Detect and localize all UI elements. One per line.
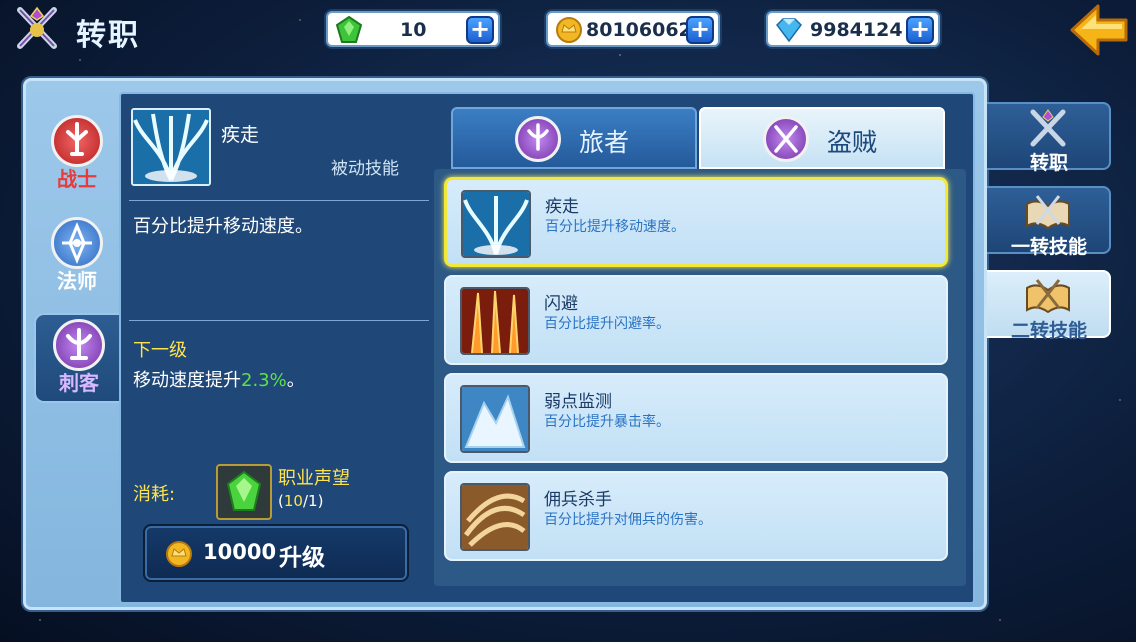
skill-row-desc: 百分比提升移动速度。 xyxy=(545,219,685,235)
thief-badge-icon xyxy=(763,116,809,162)
skill-row-name: 佣兵杀手 xyxy=(544,490,612,510)
open-book-icon xyxy=(1023,192,1073,232)
divider xyxy=(129,200,429,201)
open-book-gold-icon xyxy=(1023,276,1073,316)
back-button[interactable] xyxy=(1068,2,1130,58)
traveler-badge-icon xyxy=(515,116,561,162)
tab-second-skills[interactable]: 二转技能 xyxy=(987,270,1111,342)
add-diamond-button[interactable]: + xyxy=(906,16,934,44)
gold-coin-icon xyxy=(554,16,584,44)
skill-row-name: 闪避 xyxy=(544,294,578,314)
next-level-description: 移动速度提升2.3%。 xyxy=(133,370,305,391)
tab-assassin[interactable]: 刺客 xyxy=(34,313,120,403)
tab-warrior-label: 战士 xyxy=(57,167,97,191)
cost-label: 消耗: xyxy=(133,484,176,505)
wind-burst-skill-icon xyxy=(461,190,531,258)
mage-badge-icon xyxy=(51,217,103,269)
diamond-value: 9984124 xyxy=(810,19,903,41)
skill-type: 被动技能 xyxy=(331,159,399,179)
skill-list: 疾走 百分比提升移动速度。 闪避 百分比提升闪避率。 弱点监测 百分比提升暴击率… xyxy=(434,169,966,586)
add-gem-button[interactable]: + xyxy=(466,16,494,44)
upgrade-label: 升级 xyxy=(279,545,325,571)
gem-counter: 10 + xyxy=(326,11,500,47)
tab-first-skills-label: 一转技能 xyxy=(1010,236,1087,258)
crest-icon xyxy=(1023,108,1073,148)
prestige-gem-icon xyxy=(216,464,272,520)
skill-row-desc: 百分比提升暴击率。 xyxy=(544,414,670,430)
diamond-icon xyxy=(774,16,804,44)
wind-burst-skill-icon xyxy=(131,108,211,186)
sand-vortex-skill-icon xyxy=(460,483,530,551)
skill-row-desc: 百分比提升对佣兵的伤害。 xyxy=(544,512,712,528)
tab-assassin-label: 刺客 xyxy=(59,371,99,395)
page-title: 转职 xyxy=(76,18,140,53)
upgrade-button[interactable]: 10000 升级 xyxy=(143,524,409,582)
diamond-counter: 9984124 + xyxy=(766,11,940,47)
green-gem-icon xyxy=(334,15,364,44)
tab-first-skills[interactable]: 一转技能 xyxy=(987,186,1111,258)
tab-thief[interactable]: 盗贼 xyxy=(699,107,945,169)
skill-row-dodge[interactable]: 闪避 百分比提升闪避率。 xyxy=(444,275,948,365)
gold-counter: 80106062 + xyxy=(546,11,720,47)
warrior-badge-icon xyxy=(51,115,103,167)
content-area: 疾走 被动技能 百分比提升移动速度。 下一级 移动速度提升2.3%。 消耗: 职… xyxy=(119,92,975,604)
skill-row-mercenary-killer[interactable]: 佣兵杀手 百分比提升对佣兵的伤害。 xyxy=(444,471,948,561)
back-arrow-icon xyxy=(1070,4,1128,56)
add-gold-button[interactable]: + xyxy=(686,16,714,44)
skill-description: 百分比提升移动速度。 xyxy=(133,216,313,237)
upgrade-price: 10000 xyxy=(203,540,277,564)
cost-item-name: 职业声望 xyxy=(278,468,350,489)
gold-coin-icon xyxy=(165,541,193,567)
tab-traveler-label: 旅者 xyxy=(579,128,630,157)
tab-mage-label: 法师 xyxy=(57,269,97,293)
tab-traveler[interactable]: 旅者 xyxy=(451,107,697,169)
gold-value: 80106062 xyxy=(586,19,692,41)
skill-name: 疾走 xyxy=(221,124,260,146)
ice-peak-skill-icon xyxy=(460,385,530,453)
skill-row-sprint[interactable]: 疾走 百分比提升移动速度。 xyxy=(444,177,948,267)
cost-count: (10/1) xyxy=(278,492,324,510)
fire-blades-skill-icon xyxy=(460,287,530,355)
skill-row-name: 弱点监测 xyxy=(544,392,612,412)
crossed-swords-crest-icon xyxy=(12,6,62,50)
tab-warrior[interactable]: 战士 xyxy=(34,111,120,201)
tab-job-change-label: 转职 xyxy=(1029,152,1068,174)
tab-thief-label: 盗贼 xyxy=(827,128,878,157)
skill-row-weakpoint[interactable]: 弱点监测 百分比提升暴击率。 xyxy=(444,373,948,463)
next-level-title: 下一级 xyxy=(133,340,187,361)
divider xyxy=(129,320,429,321)
tab-second-skills-label: 二转技能 xyxy=(1010,320,1087,342)
tab-mage[interactable]: 法师 xyxy=(34,213,120,303)
tab-job-change[interactable]: 转职 xyxy=(987,102,1111,174)
next-level-value: 2.3% xyxy=(241,370,287,391)
gem-value: 10 xyxy=(400,19,427,41)
skill-row-desc: 百分比提升闪避率。 xyxy=(544,316,670,332)
assassin-badge-icon xyxy=(53,319,105,371)
main-panel: 战士 法师 刺客 疾走 被动技能 百分比提升移动速度。 下一级 移动速度提升2.… xyxy=(23,78,987,610)
skill-row-name: 疾走 xyxy=(545,197,579,217)
